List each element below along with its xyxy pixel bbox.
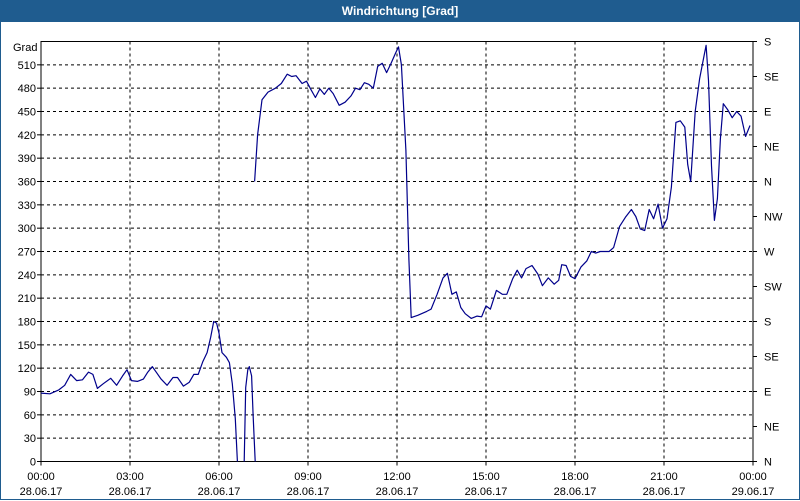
x-tick-date-label: 28.06.17	[376, 486, 419, 498]
compass-tick-label: E	[764, 107, 771, 119]
compass-tick-label: N	[764, 177, 772, 189]
x-tick-time-label: 21:00	[650, 471, 678, 483]
compass-tick-label: N	[764, 457, 772, 469]
x-tick-time-label: 06:00	[205, 471, 233, 483]
y-axis-label: Grad	[13, 42, 37, 54]
y-tick-label: 0	[30, 457, 36, 469]
y-tick-label: 120	[18, 363, 36, 375]
x-tick-time-label: 15:00	[472, 471, 500, 483]
x-tick-date-label: 28.06.17	[198, 486, 241, 498]
compass-tick-label: E	[764, 387, 771, 399]
compass-tick-label: W	[764, 247, 775, 259]
x-tick-time-label: 09:00	[294, 471, 322, 483]
compass-tick-label: S	[764, 317, 771, 329]
y-tick-label: 240	[18, 270, 36, 282]
y-tick-label: 420	[18, 130, 36, 142]
x-tick-time-label: 00:00	[27, 471, 55, 483]
y-tick-label: 300	[18, 223, 36, 235]
right-axis-ticks: N NE E SE S SW W NW N NE E SE S	[753, 37, 783, 469]
x-tick-date-label: 28.06.17	[643, 486, 686, 498]
x-tick-date-label: 29.06.17	[732, 486, 775, 498]
y-tick-label: 180	[18, 317, 36, 329]
compass-tick-label: SE	[764, 72, 779, 84]
x-tick-date-label: 28.06.17	[465, 486, 508, 498]
y-tick-label: 210	[18, 293, 36, 305]
y-tick-label: 30	[24, 433, 36, 445]
x-tick-date-label: 28.06.17	[109, 486, 152, 498]
y-tick-label: 510	[18, 60, 36, 72]
x-tick-date-label: 28.06.17	[287, 486, 330, 498]
grid-lines	[41, 41, 753, 462]
y-tick-label: 90	[24, 387, 36, 399]
x-tick-time-label: 03:00	[116, 471, 144, 483]
wind-direction-line	[254, 44, 751, 319]
wind-direction-line	[243, 366, 256, 462]
y-tick-label: 390	[18, 153, 36, 165]
x-tick-date-label: 28.06.17	[554, 486, 597, 498]
compass-tick-label: NW	[764, 212, 783, 224]
compass-tick-label: SE	[764, 352, 779, 364]
compass-tick-label: NE	[764, 422, 779, 434]
left-axis-ticks: 0 30 60 90 120 150 180 210 240 270 300 330 360 390 420…	[18, 60, 41, 469]
x-tick-time-label: 18:00	[561, 471, 589, 483]
y-tick-label: 480	[18, 83, 36, 95]
y-tick-label: 60	[24, 410, 36, 422]
series-lines	[40, 44, 751, 462]
x-tick-time-label: 00:00	[739, 471, 767, 483]
y-tick-label: 270	[18, 247, 36, 259]
x-tick-time-label: 12:00	[383, 471, 411, 483]
y-tick-label: 150	[18, 340, 36, 352]
compass-tick-label: SW	[764, 282, 782, 294]
wind-direction-chart: Grad 0 30 60 90 120 150 180 210 240 270 300 330 360 3…	[13, 37, 783, 499]
y-tick-label: 450	[18, 107, 36, 119]
compass-tick-label: NE	[764, 142, 779, 154]
y-tick-label: 330	[18, 200, 36, 212]
chart-window: Windrichtung [Grad] Grad 0 30 60 90 120 150 18…	[0, 0, 800, 500]
y-tick-label: 360	[18, 177, 36, 189]
x-tick-date-label: 28.06.17	[20, 486, 63, 498]
compass-tick-label: S	[764, 37, 771, 49]
x-axis-ticks: 00:00 28.06.17 03:00 28.06.17 06:00 28.06.17 0…	[20, 461, 775, 498]
